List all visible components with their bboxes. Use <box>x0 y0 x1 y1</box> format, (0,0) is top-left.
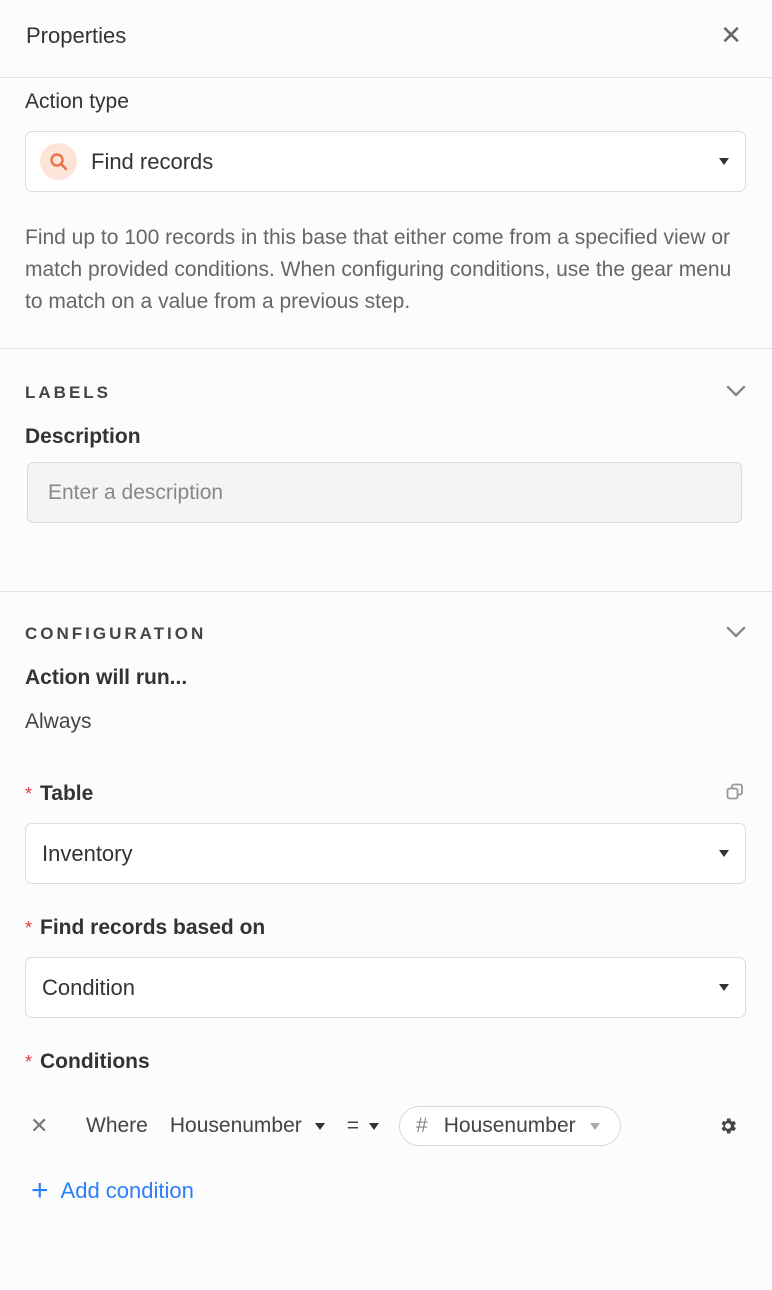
condition-operator-select[interactable]: = <box>346 1114 380 1138</box>
description-input[interactable] <box>27 462 742 523</box>
required-mark: * <box>25 1052 33 1072</box>
conditions-label: * Conditions <box>25 1050 746 1074</box>
action-type-section: Action type Find records Find up to 100 … <box>0 78 772 349</box>
action-run-label: Action will run... <box>25 666 188 689</box>
find-based-on-select[interactable]: Condition <box>25 957 746 1018</box>
condition-where-label: Where <box>86 1114 148 1137</box>
configuration-heading: CONFIGURATION <box>25 624 207 643</box>
chevron-down-icon <box>589 1122 600 1130</box>
action-description: Find up to 100 records in this base that… <box>25 226 732 313</box>
plus-icon: + <box>31 1174 49 1207</box>
chevron-down-icon <box>719 984 729 991</box>
copy-icon[interactable] <box>726 783 744 806</box>
condition-value-pill[interactable]: # Housenumber <box>399 1106 621 1146</box>
panel-title: Properties <box>26 22 127 48</box>
condition-row: ✕ Where Housenumber = # Housenumber <box>25 1104 746 1148</box>
condition-field-value: Housenumber <box>169 1114 302 1137</box>
chevron-down-icon <box>719 158 729 165</box>
required-mark: * <box>25 784 33 804</box>
chevron-down-icon <box>369 1122 380 1130</box>
labels-heading: LABELS <box>25 383 111 402</box>
add-condition-label: Add condition <box>60 1178 194 1203</box>
remove-condition-icon[interactable]: ✕ <box>30 1113 68 1139</box>
action-run-value: Always <box>25 710 92 733</box>
action-type-select[interactable]: Find records <box>25 131 746 192</box>
find-based-on-label: * Find records based on <box>25 916 746 940</box>
gear-icon[interactable] <box>718 1116 738 1136</box>
action-type-value: Find records <box>91 148 214 174</box>
table-value: Inventory <box>42 840 133 866</box>
close-icon[interactable]: ✕ <box>720 20 742 51</box>
panel-header: Properties ✕ <box>0 0 772 78</box>
labels-section: LABELS Description <box>0 349 772 592</box>
conditions-text: Conditions <box>40 1050 150 1073</box>
chevron-down-icon <box>314 1122 325 1130</box>
table-field-label: * Table <box>25 782 746 806</box>
find-based-on-text: Find records based on <box>40 916 266 939</box>
condition-operator-value: = <box>346 1114 360 1137</box>
table-label: Table <box>40 782 94 805</box>
condition-field-select[interactable]: Housenumber <box>170 1114 325 1138</box>
add-condition-button[interactable]: + Add condition <box>31 1176 746 1206</box>
chevron-down-icon <box>719 850 729 857</box>
properties-panel: Properties ✕ Action type Find records Fi… <box>0 0 772 1290</box>
condition-value-text: Housenumber <box>443 1114 576 1137</box>
configuration-section: CONFIGURATION Action will run... Always … <box>0 592 772 1206</box>
description-label: Description <box>25 425 141 448</box>
action-type-label: Action type <box>25 90 129 113</box>
number-field-icon: # <box>416 1114 428 1137</box>
find-based-on-value: Condition <box>42 974 135 1000</box>
collapse-chevron-icon[interactable] <box>726 384 746 402</box>
table-select[interactable]: Inventory <box>25 823 746 884</box>
collapse-chevron-icon[interactable] <box>726 625 746 643</box>
search-icon <box>40 143 77 180</box>
required-mark: * <box>25 918 33 938</box>
